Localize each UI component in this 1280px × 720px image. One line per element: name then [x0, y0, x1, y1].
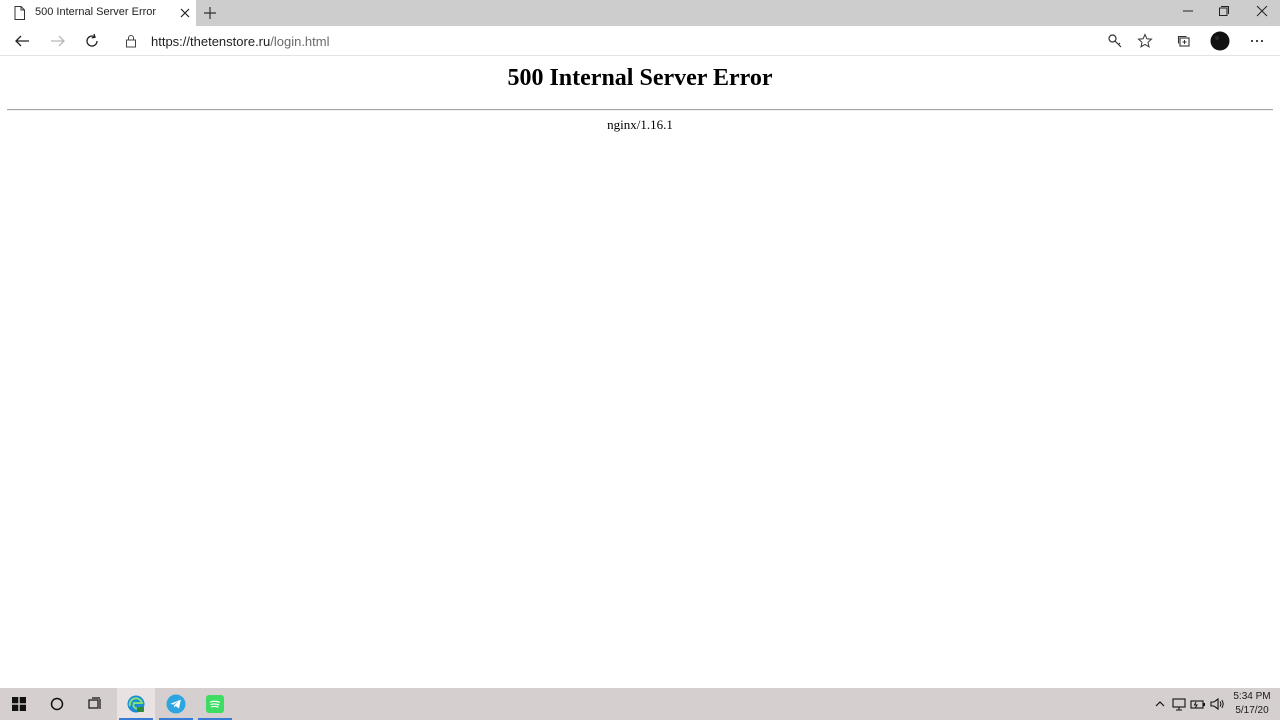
minimize-icon[interactable]: [1170, 0, 1206, 22]
volume-icon[interactable]: [1209, 696, 1225, 712]
spotify-icon[interactable]: [196, 688, 234, 720]
back-arrow-icon[interactable]: [11, 30, 33, 52]
divider: [7, 109, 1273, 111]
task-view-icon[interactable]: [76, 688, 114, 720]
url-host: https://thetenstore.ru: [151, 34, 271, 49]
battery-icon[interactable]: [1190, 696, 1206, 712]
chevron-up-icon[interactable]: [1152, 696, 1168, 712]
key-icon[interactable]: [1106, 32, 1124, 50]
browser-toolbar: https://thetenstore.ru/login.html: [0, 26, 1280, 56]
clock-time: 5:34 PM: [1233, 691, 1271, 702]
forward-arrow-icon[interactable]: [47, 30, 69, 52]
close-window-icon[interactable]: [1244, 0, 1280, 22]
star-icon[interactable]: [1136, 32, 1154, 50]
lock-icon[interactable]: [125, 34, 137, 48]
reload-icon[interactable]: [81, 30, 103, 52]
page-content: 500 Internal Server Error nginx/1.16.1: [0, 57, 1280, 688]
search-circle-icon[interactable]: [38, 688, 76, 720]
collections-icon[interactable]: [1173, 30, 1195, 52]
profile-avatar[interactable]: [1209, 30, 1231, 52]
url-path: /login.html: [270, 34, 330, 49]
plus-icon[interactable]: [202, 5, 218, 21]
windows-logo-icon[interactable]: [0, 688, 38, 720]
server-signature: nginx/1.16.1: [607, 117, 673, 132]
clock-date: 5/17/20: [1235, 705, 1269, 716]
tab-title: 500 Internal Server Error: [35, 6, 157, 18]
more-icon[interactable]: [1246, 30, 1268, 52]
title-bar: 500 Internal Server Error: [0, 0, 1280, 26]
taskbar-clock[interactable]: 5:34 PM 5/17/20: [1229, 690, 1275, 718]
address-bar[interactable]: https://thetenstore.ru/login.html: [116, 28, 1164, 54]
network-icon[interactable]: [1171, 696, 1187, 712]
telegram-icon[interactable]: [157, 688, 195, 720]
page-title: 500 Internal Server Error: [507, 65, 773, 91]
taskbar: 5:34 PM 5/17/20: [0, 688, 1280, 720]
close-icon[interactable]: [178, 6, 192, 20]
page-icon: [14, 6, 25, 20]
edge-icon[interactable]: [117, 688, 155, 720]
url-text[interactable]: https://thetenstore.ru/login.html: [151, 34, 329, 49]
browser-tab[interactable]: 500 Internal Server Error: [0, 0, 196, 26]
restore-icon[interactable]: [1206, 0, 1242, 22]
